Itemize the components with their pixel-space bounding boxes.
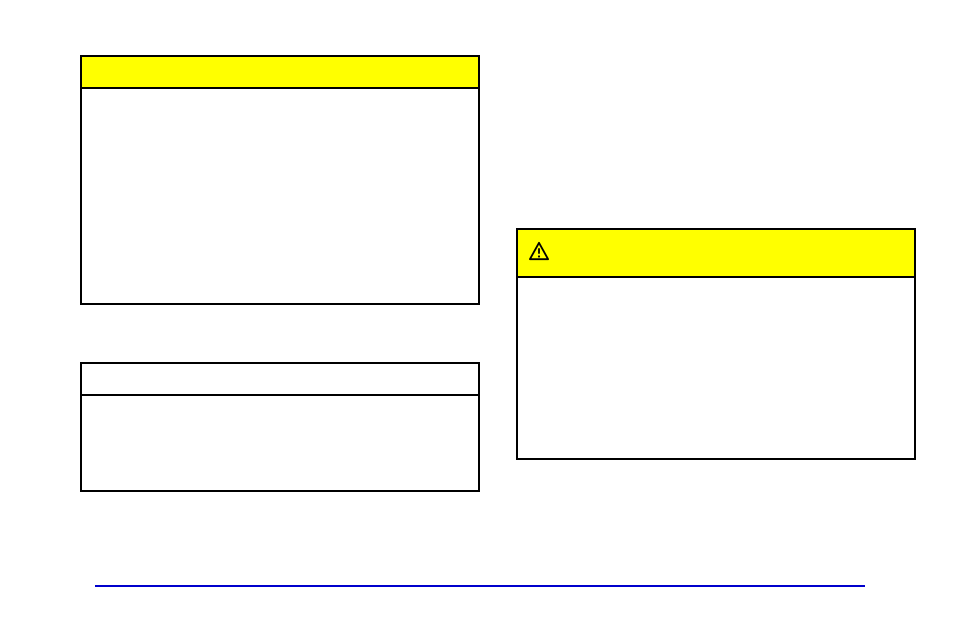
warning-triangle-icon bbox=[528, 241, 550, 266]
caution-box-2 bbox=[516, 228, 916, 460]
footer-divider bbox=[95, 585, 865, 587]
caution-box-1 bbox=[80, 55, 480, 305]
notice-box bbox=[80, 362, 480, 492]
caution-box-1-header bbox=[82, 57, 478, 89]
caution-box-2-header bbox=[518, 230, 914, 278]
notice-box-header bbox=[82, 364, 478, 396]
